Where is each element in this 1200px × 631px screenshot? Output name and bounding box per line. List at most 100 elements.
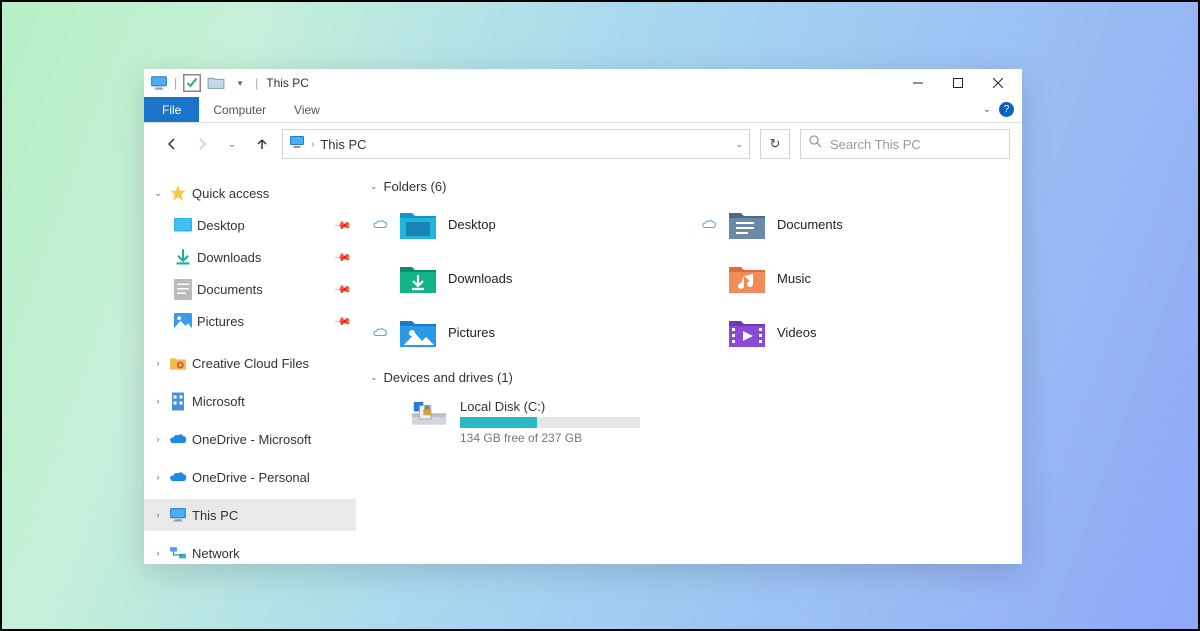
sidebar-item-documents[interactable]: Documents 📌 xyxy=(144,273,356,305)
sidebar-item-quick-access[interactable]: ⌄ Quick access xyxy=(144,177,356,209)
recent-locations-button[interactable]: ⌄ xyxy=(222,134,242,154)
sidebar-item-creative-cloud[interactable]: › Creative Cloud Files xyxy=(144,347,356,379)
desktop-icon xyxy=(174,216,192,234)
group-label: Devices and drives (1) xyxy=(384,370,513,385)
dropdown-icon[interactable]: ▼ xyxy=(231,74,249,92)
sidebar-item-label: Quick access xyxy=(192,186,269,201)
sidebar-item-label: Microsoft xyxy=(192,394,245,409)
drive-item-c[interactable]: Local Disk (C:) 134 GB free of 237 GB xyxy=(370,393,1008,451)
sidebar-item-label: This PC xyxy=(192,508,238,523)
content-pane: ⌄ Folders (6) Desktop xyxy=(356,165,1022,564)
folder-label: Desktop xyxy=(448,217,496,232)
folder-item-documents[interactable]: Documents xyxy=(699,202,1008,246)
chevron-right-icon[interactable]: › xyxy=(152,357,164,369)
folder-label: Downloads xyxy=(448,271,512,286)
file-explorer-window: | ▼ | This PC File Computer View ⌄ ? ⌄ xyxy=(144,69,1022,564)
folder-documents-icon xyxy=(727,206,767,242)
sidebar-item-desktop[interactable]: Desktop 📌 xyxy=(144,209,356,241)
folder-videos-icon xyxy=(727,314,767,350)
window-title: This PC xyxy=(266,76,309,90)
tab-computer[interactable]: Computer xyxy=(199,97,280,122)
onedrive-icon xyxy=(169,430,187,448)
group-label: Folders (6) xyxy=(384,179,447,194)
pin-icon[interactable]: 📌 xyxy=(334,248,353,267)
folder-pictures-icon xyxy=(398,314,438,350)
document-icon xyxy=(174,280,192,298)
maximize-button[interactable] xyxy=(938,69,978,97)
ribbon: File Computer View ⌄ ? xyxy=(144,97,1022,123)
folder-item-music[interactable]: · Music xyxy=(699,256,1008,300)
chevron-right-icon[interactable]: › xyxy=(152,471,164,483)
folder-label: Documents xyxy=(777,217,843,232)
help-button[interactable]: ? xyxy=(999,102,1014,117)
pin-icon[interactable]: 📌 xyxy=(334,312,353,331)
breadcrumb[interactable]: This PC xyxy=(320,137,366,152)
search-input[interactable] xyxy=(830,137,1006,152)
tab-view[interactable]: View xyxy=(280,97,334,122)
chevron-down-icon: ⌄ xyxy=(370,181,378,192)
sidebar-item-label: Pictures xyxy=(197,314,244,329)
group-drives[interactable]: ⌄ Devices and drives (1) xyxy=(370,370,1008,385)
pin-icon[interactable]: 📌 xyxy=(334,280,353,299)
folder-item-downloads[interactable]: · Downloads xyxy=(370,256,679,300)
sidebar-item-onedrive-microsoft[interactable]: › OneDrive - Microsoft xyxy=(144,423,356,455)
sidebar-item-label: OneDrive - Microsoft xyxy=(192,432,311,447)
forward-button[interactable] xyxy=(192,134,212,154)
pin-icon[interactable]: 📌 xyxy=(334,216,353,235)
cloud-status-icon xyxy=(372,324,388,340)
back-button[interactable] xyxy=(162,134,182,154)
chevron-right-icon[interactable]: › xyxy=(152,433,164,445)
folder-desktop-icon xyxy=(398,206,438,242)
close-button[interactable] xyxy=(978,69,1018,97)
folder-label: Pictures xyxy=(448,325,495,340)
drive-name: Local Disk (C:) xyxy=(460,399,640,414)
titlebar: | ▼ | This PC xyxy=(144,69,1022,97)
sidebar-item-network[interactable]: › Network xyxy=(144,537,356,564)
sidebar-item-microsoft[interactable]: › Microsoft xyxy=(144,385,356,417)
search-icon xyxy=(809,135,822,153)
chevron-right-icon[interactable]: › xyxy=(152,547,164,559)
sidebar-item-downloads[interactable]: Downloads 📌 xyxy=(144,241,356,273)
folder-music-icon xyxy=(727,260,767,296)
sidebar-item-label: Documents xyxy=(197,282,263,297)
cloud-status-icon xyxy=(372,216,388,232)
drive-free-text: 134 GB free of 237 GB xyxy=(460,431,640,445)
sidebar-item-label: Downloads xyxy=(197,250,261,265)
navigation-pane: ⌄ Quick access Desktop 📌 Downloads 📌 Doc… xyxy=(144,165,356,564)
sidebar-item-onedrive-personal[interactable]: › OneDrive - Personal xyxy=(144,461,356,493)
folder-downloads-icon xyxy=(398,260,438,296)
network-icon xyxy=(169,544,187,562)
address-dropdown-icon[interactable]: ⌄ xyxy=(735,139,743,150)
search-box[interactable] xyxy=(800,129,1010,159)
tab-file[interactable]: File xyxy=(144,97,199,122)
chevron-right-icon[interactable]: › xyxy=(152,509,164,521)
folder-label: Music xyxy=(777,271,811,286)
folder-small-icon[interactable] xyxy=(207,74,225,92)
ribbon-expand-icon[interactable]: ⌄ xyxy=(983,104,991,115)
chevron-down-icon: ⌄ xyxy=(370,372,378,383)
sidebar-item-label: Desktop xyxy=(197,218,245,233)
sidebar-item-pictures[interactable]: Pictures 📌 xyxy=(144,305,356,337)
folder-item-pictures[interactable]: Pictures xyxy=(370,310,679,354)
onedrive-icon xyxy=(169,468,187,486)
minimize-button[interactable] xyxy=(898,69,938,97)
group-folders[interactable]: ⌄ Folders (6) xyxy=(370,179,1008,194)
up-button[interactable] xyxy=(252,134,272,154)
monitor-icon xyxy=(289,135,305,154)
address-bar[interactable]: › This PC ⌄ xyxy=(282,129,750,159)
folder-label: Videos xyxy=(777,325,817,340)
drive-usage-bar xyxy=(460,417,640,428)
titlebar-separator: | xyxy=(255,76,258,90)
sidebar-item-label: Network xyxy=(192,546,240,561)
chevron-down-icon[interactable]: ⌄ xyxy=(152,187,164,199)
checkmark-icon[interactable] xyxy=(183,74,201,92)
sidebar-item-label: Creative Cloud Files xyxy=(192,356,309,371)
sidebar-item-this-pc[interactable]: › This PC xyxy=(144,499,356,531)
chevron-right-icon[interactable]: › xyxy=(152,395,164,407)
refresh-button[interactable]: ↻ xyxy=(760,129,790,159)
folder-item-videos[interactable]: · Videos xyxy=(699,310,1008,354)
folder-item-desktop[interactable]: Desktop xyxy=(370,202,679,246)
creative-cloud-icon xyxy=(169,354,187,372)
titlebar-separator: | xyxy=(174,76,177,90)
sidebar-item-label: OneDrive - Personal xyxy=(192,470,310,485)
